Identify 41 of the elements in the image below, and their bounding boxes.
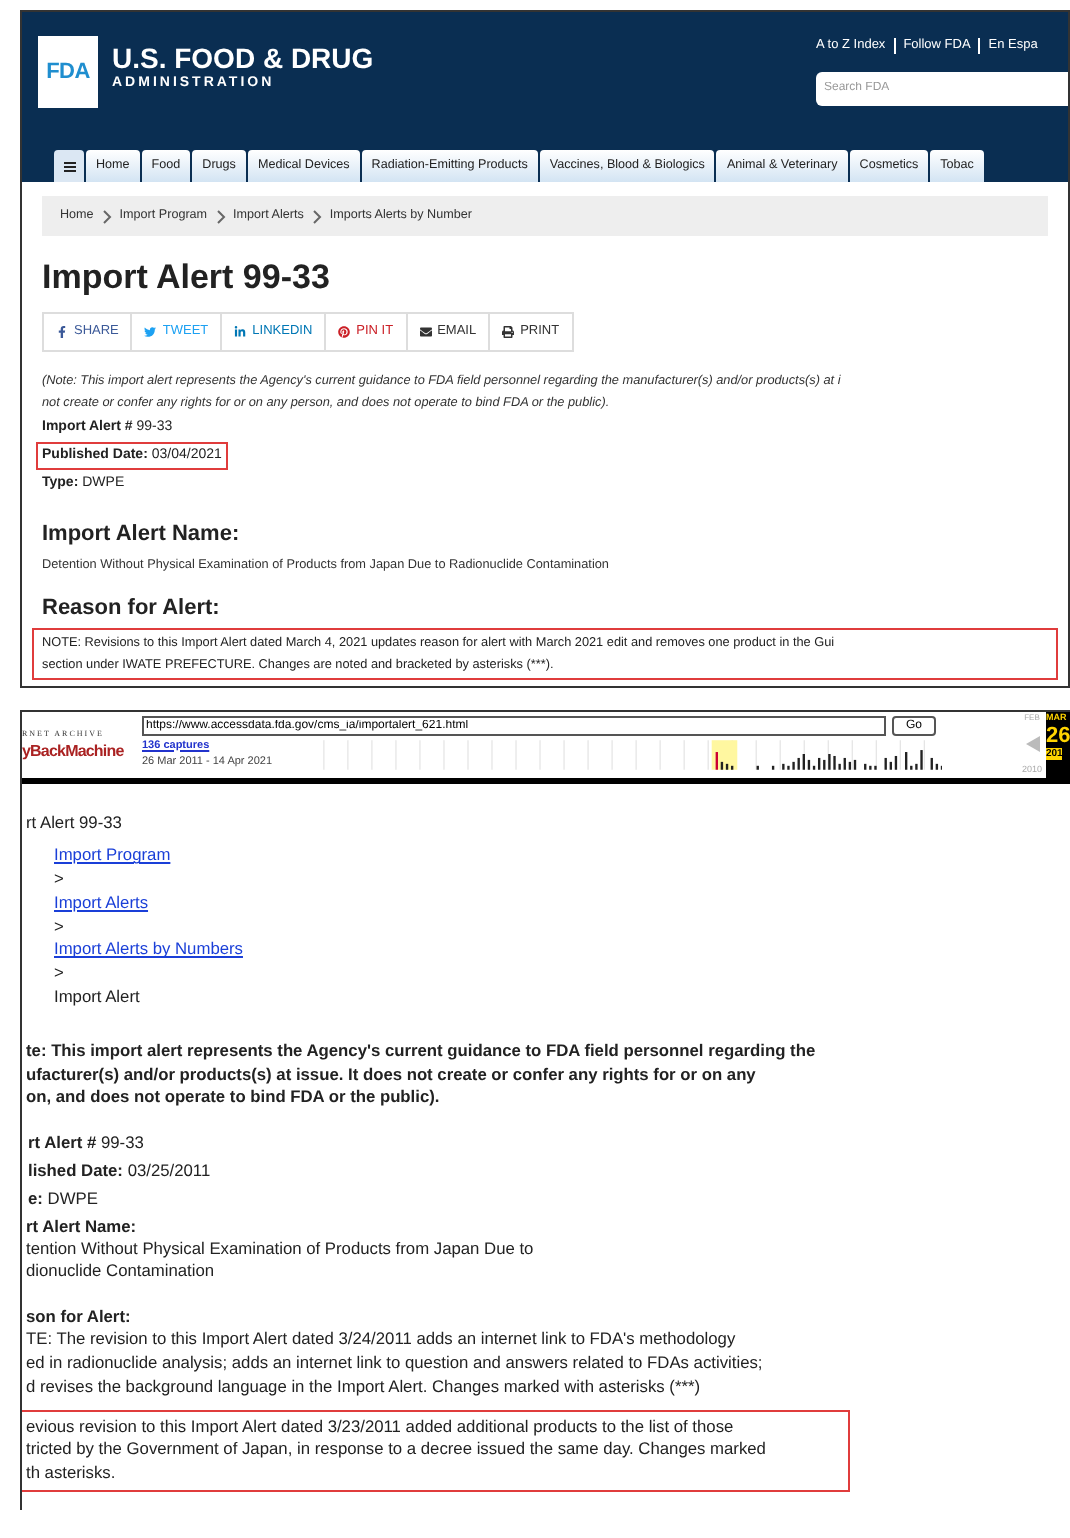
previous-revision-text: evious revision to this Import Alert dated 3/23/2011 added additional products to the list of those [26,1415,736,1439]
note-text: ufacturer(s) and/or products(s) at issue. It does not create or confer any rights for or on any [26,1063,758,1087]
wayback-logo-text: yBackMachine [22,739,124,762]
separator-text: > [54,962,64,986]
linkedin-icon [234,326,247,338]
field-text: rt Alert # 99-33 [26,1130,146,1157]
logo-mark: FDA [38,36,98,108]
reason-text: ed in radionuclide analysis; adds an internet link to question and answers related to FDAs activities; [26,1351,765,1376]
section-heading: son for Alert: [26,1304,133,1329]
note-text: on, and does not operate to bind FDA or the public). [26,1086,442,1111]
section-heading: Reason for Alert: [42,594,222,625]
field-text: e: DWPE [26,1185,100,1212]
menu-icon[interactable] [54,150,84,182]
breadcrumb-link[interactable]: Import Alerts [54,891,149,916]
reason-text: TE: The revision to this Import Alert dated 3/24/2011 adds an internet link to FDA's methodology [26,1328,738,1352]
previous-revision-text: th asterisks. [26,1462,118,1486]
breadcrumb-link[interactable]: Import Alerts by Numbers [54,938,243,963]
printer-icon [502,326,515,338]
note-text: te: This import alert represents the Agency's current guidance to FDA field personnel regarding the [26,1039,818,1064]
page-title: Import Alert 99-33 [42,256,332,300]
current-day: 26 [1046,723,1070,748]
pin-icon [338,326,351,338]
archived-title: rt Alert 99-33 [26,809,124,835]
previous-revision-text: tricted by the Government of Japan, in response to a decree issued the same day. Changes marked [26,1438,768,1463]
breadcrumb-text: Import Alert [54,986,140,1010]
alert-name-text: dionuclide Contamination [26,1260,217,1285]
envelope-icon [419,326,432,338]
chevron-icon [311,209,322,223]
separator-text: > [54,915,64,939]
alert-name-text: tention Without Physical Examination of Products from Japan Due to [26,1237,536,1261]
section-heading: Import Alert Name: [42,520,242,550]
bird-icon [144,326,157,338]
reason-text: d revises the background language in the Import Alert. Changes marked with asterisks (***) [26,1375,703,1400]
field-text: lished Date: 03/25/2011 [26,1157,213,1184]
separator-text: > [54,868,64,892]
chevron-icon [215,209,226,223]
chevron-icon [101,209,112,223]
facebook-icon [56,326,68,338]
section-heading: rt Alert Name: [26,1213,139,1238]
breadcrumb-link[interactable]: Import Program [54,844,171,869]
logo-title: U.S. FOOD & DRUG [112,42,374,74]
